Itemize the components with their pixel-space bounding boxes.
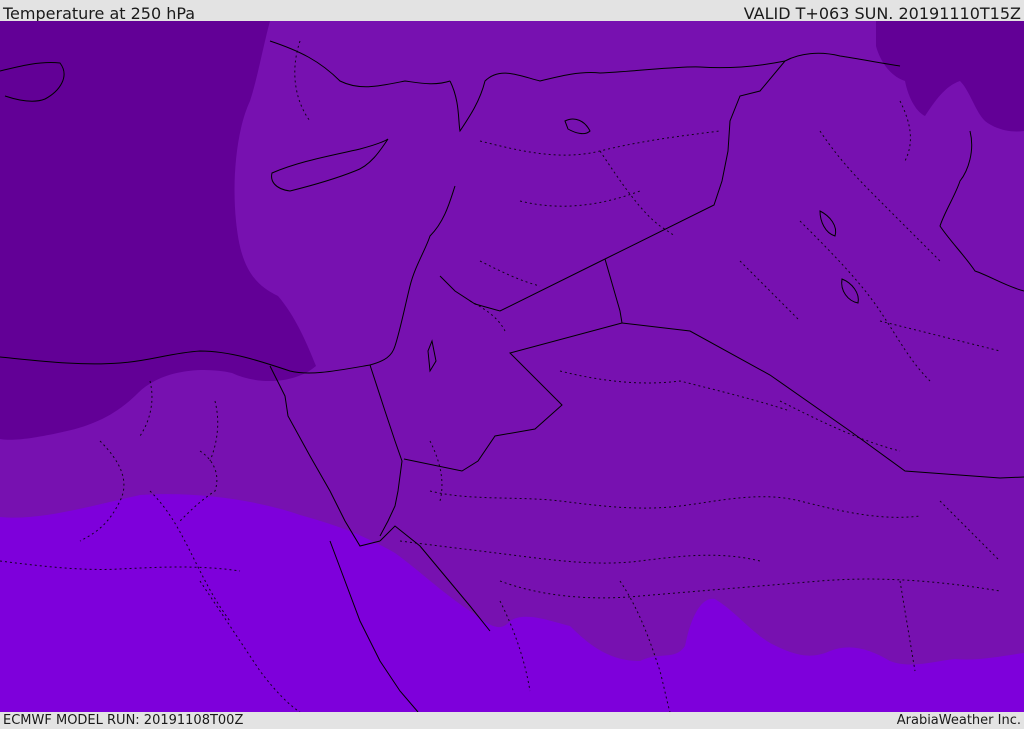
temperature-map bbox=[0, 21, 1024, 712]
header-bar: Temperature at 250 hPa VALID T+063 SUN. … bbox=[0, 0, 1024, 23]
model-run: ECMWF MODEL RUN: 20191108T00Z bbox=[3, 713, 244, 728]
footer-bar: ECMWF MODEL RUN: 20191108T00Z ArabiaWeat… bbox=[0, 712, 1024, 729]
credit: ArabiaWeather Inc. bbox=[896, 713, 1021, 728]
